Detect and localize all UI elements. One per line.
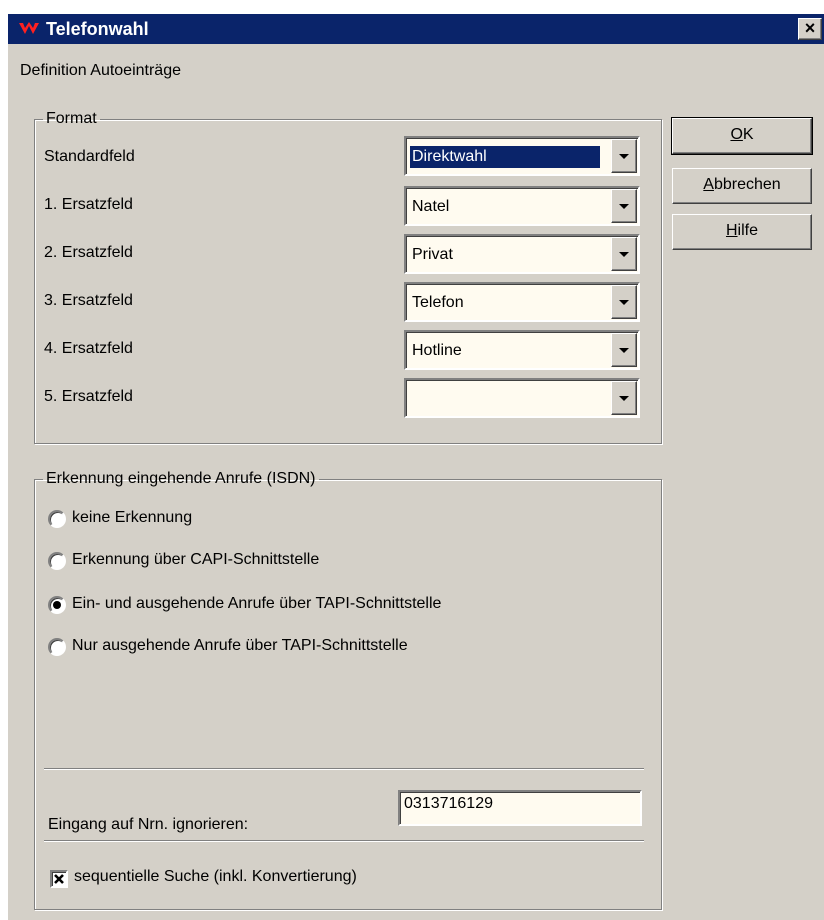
close-button[interactable]: × [798,18,822,40]
radio-label: Ein- und ausgehende Anrufe über TAPI-Sch… [72,595,442,612]
title-bar[interactable]: Telefonwahl × [8,14,824,44]
ersatzfeld-4-label: 4. Ersatzfeld [44,340,133,357]
chevron-down-icon [619,204,629,209]
format-legend: Format [46,110,97,127]
sequential-search-checkbox[interactable] [50,870,68,888]
radio-label: keine Erkennung [72,509,193,526]
ok-label-rest: K [742,126,754,143]
ersatzfeld-3-label: 3. Ersatzfeld [44,292,133,309]
isdn-groupbox: Erkennung eingehende Anrufe (ISDN) [34,470,662,910]
radio-label: Nur ausgehende Anrufe über TAPI-Schnitts… [72,637,408,654]
separator [44,768,644,770]
radio-button-checked-icon[interactable] [48,596,66,614]
dropdown-button[interactable] [611,381,637,415]
chevron-down-icon [619,348,629,353]
chevron-down-icon [619,154,629,159]
radio-button-icon[interactable] [48,510,66,528]
dropdown-button[interactable] [611,139,637,173]
chevron-down-icon [619,396,629,401]
radio-button-icon[interactable] [48,638,66,656]
ok-accelerator: O [730,126,743,143]
ersatzfeld-1-label: 1. Ersatzfeld [44,196,133,213]
help-button[interactable]: Hilfe [672,214,812,250]
standardfeld-label: Standardfeld [44,148,135,165]
ersatzfeld-5-label: 5. Ersatzfeld [44,388,133,405]
ersatzfeld-2-combobox[interactable]: Privat [404,234,640,274]
chevron-down-icon [619,252,629,257]
ignore-numbers-label: Eingang auf Nrn. ignorieren: [48,816,249,833]
isdn-legend: Erkennung eingehende Anrufe (ISDN) [46,470,316,487]
dialog-subtitle: Definition Autoeinträge [20,62,181,79]
checkmark-x-icon [54,874,64,884]
window-title: Telefonwahl [46,19,149,39]
cancel-label-rest: bbrechen [713,176,781,193]
combobox-value [410,388,414,410]
dropdown-button[interactable] [611,189,637,223]
combobox-value: Hotline [412,342,462,359]
ok-button[interactable]: OK [671,117,813,155]
app-logo-icon [19,22,39,34]
radio-label: Erkennung über CAPI-Schnittstelle [72,551,320,568]
dropdown-button[interactable] [611,333,637,367]
sequential-search-label: sequentielle Suche (inkl. Konvertierung) [74,868,357,885]
combobox-value: Direktwahl [410,146,600,168]
chevron-down-icon [619,300,629,305]
ersatzfeld-3-combobox[interactable]: Telefon [404,282,640,322]
dialog-window: Telefonwahl × Definition Autoeinträge Fo… [6,12,824,920]
cancel-button[interactable]: Abbrechen [672,168,812,204]
combobox-value: Privat [412,246,453,263]
help-accelerator: H [725,222,738,239]
ignore-numbers-input[interactable] [398,790,642,826]
cancel-accelerator: A [703,176,714,193]
dropdown-button[interactable] [611,285,637,319]
dropdown-button[interactable] [611,237,637,271]
ersatzfeld-5-combobox[interactable] [404,378,640,418]
standardfeld-combobox[interactable]: Direktwahl [404,136,640,176]
combobox-value: Telefon [412,294,464,311]
separator [44,840,644,842]
ersatzfeld-4-combobox[interactable]: Hotline [404,330,640,370]
combobox-value: Natel [412,198,450,215]
ersatzfeld-1-combobox[interactable]: Natel [404,186,640,226]
radio-button-icon[interactable] [48,552,66,570]
help-label-rest: ilfe [737,222,758,239]
ersatzfeld-2-label: 2. Ersatzfeld [44,244,133,261]
